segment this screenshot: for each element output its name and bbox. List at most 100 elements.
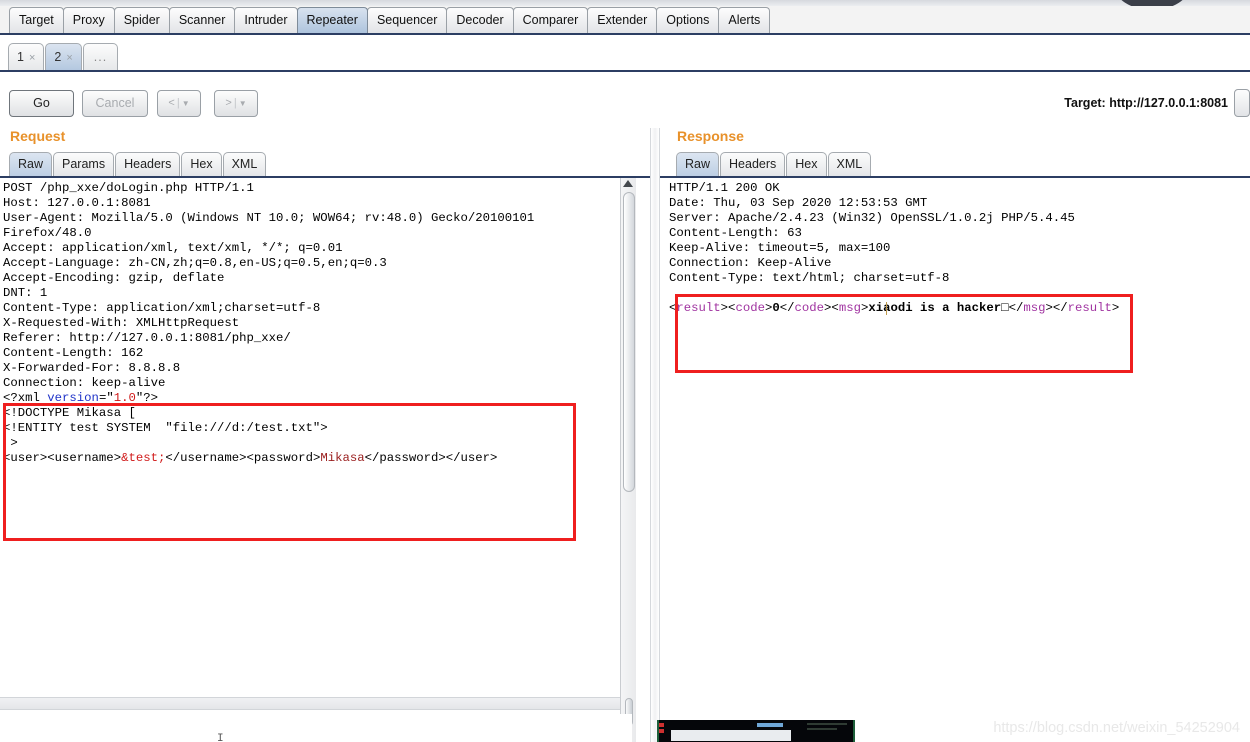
code-token: Mikasa <box>320 451 365 465</box>
code-line: HTTP/1.1 200 OK <box>669 181 780 195</box>
code-line: Content-Type: text/html; charset=utf-8 <box>669 271 950 285</box>
target-label: Target: http://127.0.0.1:8081 <box>1064 96 1228 110</box>
request-tab-hex[interactable]: Hex <box>181 152 222 176</box>
request-raw-text[interactable]: POST /php_xxe/doLogin.php HTTP/1.1 Host: … <box>3 181 534 466</box>
previous-arrow-icon: < <box>168 97 175 109</box>
scroll-up-arrow-icon[interactable] <box>623 180 633 187</box>
sub-tab-label: 2 <box>54 50 62 64</box>
code-token: msg <box>838 301 861 315</box>
sub-tab-label: 1 <box>17 50 24 64</box>
code-token: code <box>735 301 765 315</box>
repeater-sub-tab-bar: 1 × 2 ×... <box>0 37 1250 72</box>
main-tab-comparer[interactable]: Comparer <box>512 7 589 33</box>
target-options-button[interactable] <box>1234 89 1250 117</box>
code-line: Content-Type: application/xml;charset=ut… <box>3 301 321 315</box>
partial-window-thumbnail <box>657 720 855 742</box>
code-line: User-Agent: Mozilla/5.0 (Windows NT 10.0… <box>3 211 535 225</box>
request-tab-xml[interactable]: XML <box>222 152 267 176</box>
code-line: DNT: 1 <box>3 286 48 300</box>
code-token: </ <box>1008 301 1024 315</box>
code-line: Accept-Language: zh-CN,zh;q=0.8,en-US;q=… <box>3 256 387 270</box>
response-raw-text[interactable]: HTTP/1.1 200 OK Date: Thu, 03 Sep 2020 12… <box>669 181 1119 316</box>
code-token: <?xml <box>3 391 48 405</box>
sub-tab-more[interactable]: ... <box>82 43 119 70</box>
code-token: </password></user> <box>364 451 498 465</box>
request-vertical-scrollbar[interactable] <box>620 178 636 742</box>
main-tab-spider[interactable]: Spider <box>113 7 170 33</box>
code-line: <!ENTITY test SYSTEM "file:///d:/test.tx… <box>3 421 534 436</box>
button-separator: | <box>176 97 180 109</box>
thumbnail-bar <box>807 723 847 725</box>
code-line: Host: 127.0.0.1:8081 <box>3 196 151 210</box>
thumbnail-bar <box>671 730 791 741</box>
code-token: </username><password> <box>165 451 321 465</box>
main-tab-extender[interactable]: Extender <box>587 7 658 33</box>
main-tab-alerts[interactable]: Alerts <box>718 7 771 33</box>
main-tab-intruder[interactable]: Intruder <box>234 7 298 33</box>
panel-splitter[interactable] <box>650 128 660 742</box>
text-caret <box>886 302 887 315</box>
sub-tab-1[interactable]: 1 × <box>8 43 45 70</box>
bottom-gutter <box>0 714 632 742</box>
main-tab-proxy[interactable]: Proxy <box>62 7 115 33</box>
next-request-button[interactable]: > | ▼ <box>214 90 258 117</box>
code-line: > <box>3 436 534 451</box>
request-horizontal-scrollbar[interactable] <box>0 697 629 710</box>
code-line: Firefox/48.0 <box>3 226 92 240</box>
main-tab-repeater[interactable]: Repeater <box>296 7 368 33</box>
main-tab-decoder[interactable]: Decoder <box>446 7 514 33</box>
close-icon[interactable]: × <box>29 52 35 64</box>
code-token: ></ <box>1045 301 1068 315</box>
sub-tab-label: ... <box>93 50 108 64</box>
thumbnail-bar <box>659 729 664 733</box>
code-token: =" <box>98 391 114 405</box>
watermark: https://blog.csdn.net/weixin_54252904 <box>993 720 1240 736</box>
main-tab-options[interactable]: Options <box>656 7 720 33</box>
main-tab-target[interactable]: Target <box>9 7 64 33</box>
code-token: "?> <box>135 391 158 405</box>
code-token: > <box>1111 301 1120 315</box>
code-token: >< <box>720 301 736 315</box>
request-tab-headers[interactable]: Headers <box>115 152 181 176</box>
code-line: POST /php_xxe/doLogin.php HTTP/1.1 <box>3 181 254 195</box>
go-button[interactable]: Go <box>9 90 74 117</box>
code-line: Accept-Encoding: gzip, deflate <box>3 271 225 285</box>
response-tab-raw[interactable]: Raw <box>676 152 720 176</box>
chevron-down-icon: ▼ <box>181 99 190 108</box>
response-tab-xml[interactable]: XML <box>827 152 872 176</box>
code-token: version <box>47 391 99 405</box>
sub-tab-2[interactable]: 2 × <box>45 43 82 70</box>
request-editor[interactable]: POST /php_xxe/doLogin.php HTTP/1.1 Host: … <box>0 176 650 742</box>
cancel-button[interactable]: Cancel <box>82 90 148 117</box>
code-token: result <box>1067 301 1112 315</box>
button-separator: | <box>233 97 237 109</box>
request-tab-params[interactable]: Params <box>53 152 115 176</box>
action-toolbar: Go Cancel < | ▼ > | ▼ Target: http://127.0.0… <box>0 76 1250 128</box>
code-line: Keep-Alive: timeout=5, max=100 <box>669 241 891 255</box>
response-tab-headers[interactable]: Headers <box>720 152 786 176</box>
code-line: Accept: application/xml, text/xml, */*; … <box>3 241 343 255</box>
code-line: Connection: keep-alive <box>3 376 166 390</box>
code-token: <user><username> <box>3 451 122 465</box>
request-tab-raw[interactable]: Raw <box>9 152 53 176</box>
close-icon[interactable]: × <box>66 52 72 64</box>
code-token: <!DOCTYPE Mikasa [ <box>3 406 136 420</box>
scrollbar-thumb[interactable] <box>623 192 635 492</box>
code-line: <?xml version="1.0"?> <box>3 391 534 406</box>
response-editor[interactable]: HTTP/1.1 200 OK Date: Thu, 03 Sep 2020 12… <box>660 176 1250 742</box>
code-line: <result><code>0</code><msg>xiaodi is a h… <box>669 301 1119 316</box>
thumbnail-right-edge <box>853 720 855 742</box>
thumbnail-bar <box>659 723 664 727</box>
thumbnail-bar <box>757 723 783 727</box>
code-line: <!DOCTYPE Mikasa [ <box>3 406 534 421</box>
previous-request-button[interactable]: < | ▼ <box>157 90 201 117</box>
thumbnail-bar <box>807 728 837 730</box>
code-token: </ <box>779 301 795 315</box>
request-panel: Request Raw Params Headers Hex XML POST /php… <box>0 128 650 742</box>
main-tab-sequencer[interactable]: Sequencer <box>366 7 448 33</box>
response-tab-hex[interactable]: Hex <box>786 152 827 176</box>
main-tab-scanner[interactable]: Scanner <box>168 7 236 33</box>
code-token: &test; <box>121 451 166 465</box>
response-panel: Response Raw Headers Hex XML HTTP/1.1 200 O… <box>660 128 1250 742</box>
